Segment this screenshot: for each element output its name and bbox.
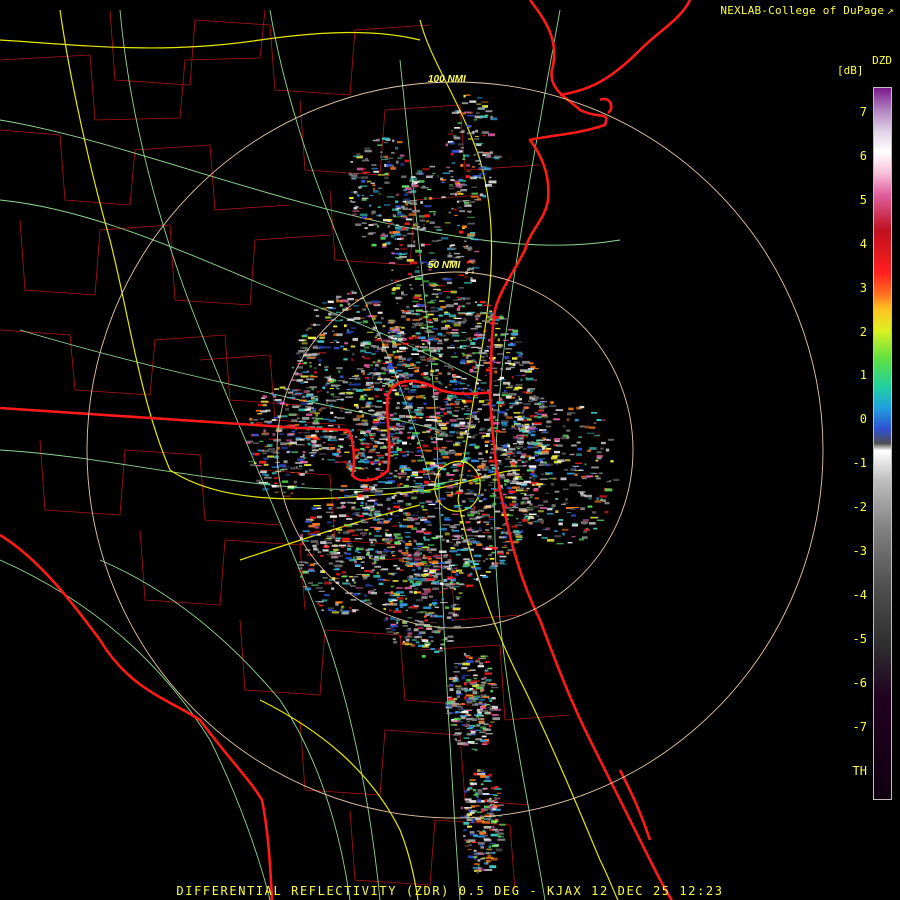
legend-tick: 0 <box>859 412 867 427</box>
radar-map: 50 NMI 100 NMI <box>0 0 900 900</box>
range-label-50: 50 NMI <box>428 260 460 271</box>
legend-tick: -4 <box>852 587 867 602</box>
legend-tick: -1 <box>852 456 867 471</box>
legend-tick: 3 <box>859 280 867 295</box>
credit-text: NEXLAB-College of DuPage <box>720 4 885 17</box>
legend-tick: -5 <box>852 631 867 646</box>
legend-tick: 5 <box>859 192 867 207</box>
product-caption: DIFFERENTIAL REFLECTIVITY (ZDR) 0.5 DEG … <box>176 884 724 898</box>
legend-tick: -2 <box>852 500 867 515</box>
legend-tick: 4 <box>859 236 867 251</box>
external-link-icon[interactable]: ↗ <box>887 4 894 17</box>
legend-tick: 2 <box>859 324 867 339</box>
legend-tick: TH <box>852 763 867 778</box>
color-scale-bar <box>873 87 892 800</box>
legend-tick: -7 <box>852 719 867 734</box>
legend-tick: -3 <box>852 544 867 558</box>
legend-tick: 1 <box>859 368 867 383</box>
legend-title: DZD <box>872 54 892 67</box>
legend-tick: 7 <box>859 105 867 119</box>
legend-tick: -6 <box>852 675 867 690</box>
legend-unit: [dB] <box>837 64 864 77</box>
credit-label: NEXLAB-College of DuPage ↗ <box>720 4 894 17</box>
range-label-100: 100 NMI <box>428 74 466 85</box>
legend-tick: 6 <box>859 148 867 163</box>
